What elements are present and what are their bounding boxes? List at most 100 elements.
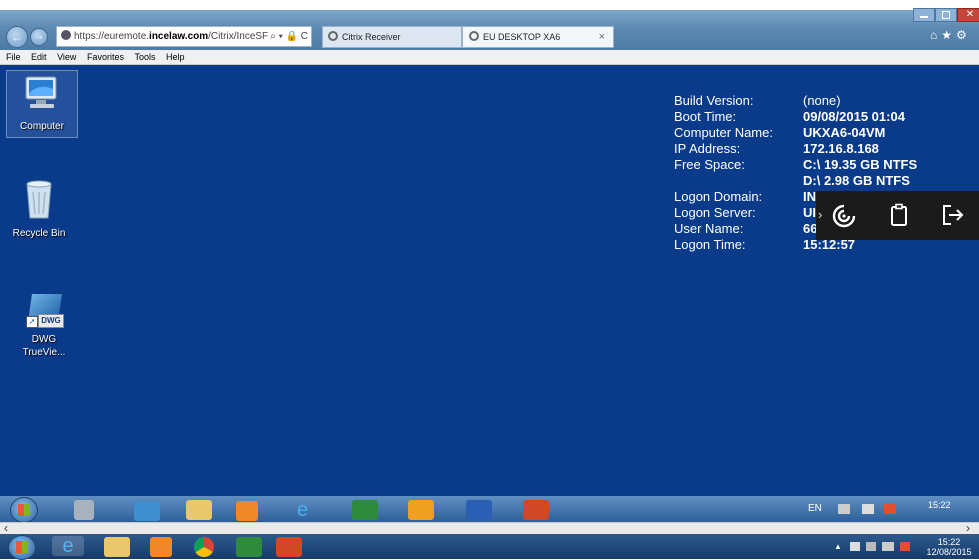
taskbar-powerpoint-icon[interactable] (276, 537, 302, 557)
remote-taskbar-explorer-icon[interactable] (186, 500, 212, 520)
back-arrow-icon: ← (11, 30, 23, 44)
info-label-free-space: Free Space: (674, 157, 745, 172)
tab-eu-desktop[interactable]: EU DESKTOP XA6 × (462, 26, 614, 48)
recycle-bin-icon (26, 180, 52, 219)
dwg-badge: DWG (38, 314, 64, 328)
info-label-build-version: Build Version: (674, 93, 754, 108)
info-value-boot-time: 09/08/2015 01:04 (803, 109, 905, 124)
windows-logo-icon (16, 541, 28, 553)
info-label-logon-domain: Logon Domain: (674, 189, 763, 204)
site-favicon-icon (61, 30, 71, 40)
home-icon[interactable]: ⌂ (930, 28, 941, 42)
citrix-toolbar: › (816, 191, 979, 240)
tab-citrix-receiver[interactable]: Citrix Receiver (322, 26, 462, 48)
disconnect-icon[interactable] (941, 204, 965, 226)
gear-icon[interactable]: ⚙ (956, 28, 971, 42)
info-value-ip-address: 172.16.8.168 (803, 141, 879, 156)
taskbar-ie-icon[interactable]: e (52, 536, 84, 556)
clipboard-icon[interactable] (889, 203, 909, 227)
remote-taskbar-computer-icon[interactable] (74, 500, 94, 520)
clock-time: 15:22 (937, 537, 961, 547)
address-prefix: https://euremote. (74, 31, 150, 42)
menu-bar: File Edit View Favorites Tools Help (0, 50, 979, 65)
remote-taskbar-powershell-icon[interactable] (134, 501, 160, 521)
info-value-free-space-c: C:\ 19.35 GB NTFS (803, 157, 918, 172)
desktop-icon-recycle-bin[interactable]: Recycle Bin (4, 178, 74, 240)
info-label-user-name: User Name: (674, 221, 744, 236)
remote-taskbar-ie-icon[interactable]: e (297, 500, 323, 520)
taskbar-explorer-icon[interactable] (104, 537, 130, 557)
scroll-left-icon[interactable]: ‹ (4, 521, 8, 535)
taskbar-media-player-icon[interactable] (150, 537, 172, 557)
menu-view[interactable]: View (57, 52, 76, 62)
remote-tray-display-icon[interactable] (862, 504, 874, 514)
remote-taskbar: e EN 15:22 (0, 496, 979, 523)
windows-logo-icon (18, 504, 30, 516)
taskbar-excel-icon[interactable] (236, 537, 262, 557)
info-value-build-version: (none) (803, 93, 841, 108)
remote-start-button[interactable] (10, 497, 38, 523)
address-controls[interactable]: ⌕ ▾ 🔒 C (268, 27, 308, 46)
desktop-icon-computer[interactable]: Computer (6, 70, 78, 138)
local-taskbar: e ▲ 15:22 12/08/2015 (0, 534, 979, 560)
tab-label: EU DESKTOP XA6 (483, 32, 561, 42)
close-button[interactable]: ✕ (957, 8, 979, 22)
remote-language-indicator[interactable]: EN (808, 504, 822, 514)
info-label-computer-name: Computer Name: (674, 125, 773, 140)
remote-taskbar-outlook-icon[interactable] (408, 500, 434, 520)
taskbar-chrome-icon[interactable] (194, 537, 214, 557)
remote-taskbar-media-player-icon[interactable] (236, 501, 258, 521)
window-controls: ✕ (913, 8, 979, 22)
tab-close-icon[interactable]: × (599, 27, 605, 47)
desktop-icon-label: Computer (20, 121, 64, 132)
screen-top-strip (0, 0, 979, 10)
info-label-logon-server: Logon Server: (674, 205, 756, 220)
toolbar-collapse-chevron-icon[interactable]: › (818, 207, 822, 222)
remote-taskbar-powerpoint-icon[interactable] (523, 500, 549, 520)
forward-arrow-icon: → (34, 31, 44, 42)
address-bar[interactable]: https://euremote.incelaw.com/Citrix/Ince… (56, 26, 312, 47)
scroll-right-icon[interactable]: › (966, 521, 970, 535)
tray-device-icon[interactable] (866, 542, 876, 551)
minimize-icon (920, 16, 928, 18)
info-value-computer-name: UKXA6-04VM (803, 125, 886, 140)
tray-show-hidden-icon[interactable]: ▲ (834, 542, 842, 551)
citrix-favicon-icon (328, 31, 338, 41)
desktop-icon-dwg-trueview[interactable]: DWG ➚ DWG TrueVie... (4, 290, 84, 359)
maximize-icon (942, 11, 950, 19)
start-button[interactable] (8, 535, 36, 560)
clock[interactable]: 15:22 12/08/2015 (924, 537, 974, 557)
address-domain: incelaw.com (149, 31, 209, 42)
minimize-button[interactable] (913, 8, 935, 22)
menu-tools[interactable]: Tools (134, 52, 155, 62)
tray-signal-icon[interactable] (882, 542, 894, 551)
remote-tray-network-icon[interactable] (838, 504, 850, 514)
desktop-icon-label: DWG TrueVie... (22, 334, 66, 358)
remote-clock[interactable]: 15:22 (928, 500, 951, 510)
tray-flag-icon[interactable] (850, 542, 860, 551)
favorites-star-icon[interactable]: ★ (941, 28, 956, 42)
shortcut-arrow-icon: ➚ (26, 316, 38, 328)
remote-taskbar-excel-icon[interactable] (352, 500, 378, 520)
info-value-free-space-d: D:\ 2.98 GB NTFS (803, 173, 910, 188)
remote-taskbar-word-icon[interactable] (466, 500, 492, 520)
back-button[interactable]: ← (6, 26, 28, 48)
maximize-button[interactable] (935, 8, 957, 22)
clock-date: 12/08/2015 (926, 547, 972, 557)
remote-tray-volume-icon[interactable] (884, 504, 896, 514)
menu-help[interactable]: Help (166, 52, 185, 62)
tab-label: Citrix Receiver (342, 32, 401, 42)
menu-file[interactable]: File (6, 52, 21, 62)
info-label-logon-time: Logon Time: (674, 237, 746, 252)
browser-tool-icons: ⌂★⚙ (930, 28, 971, 42)
tray-volume-icon[interactable] (900, 542, 910, 551)
citrix-favicon-icon (469, 31, 479, 41)
computer-icon (25, 76, 57, 108)
dwg-trueview-icon: DWG ➚ (24, 290, 64, 330)
receiver-home-icon[interactable] (831, 203, 857, 229)
close-icon: ✕ (965, 9, 975, 20)
info-label-ip-address: IP Address: (674, 141, 741, 156)
forward-button[interactable]: → (30, 28, 48, 46)
menu-edit[interactable]: Edit (31, 52, 47, 62)
menu-favorites[interactable]: Favorites (87, 52, 124, 62)
